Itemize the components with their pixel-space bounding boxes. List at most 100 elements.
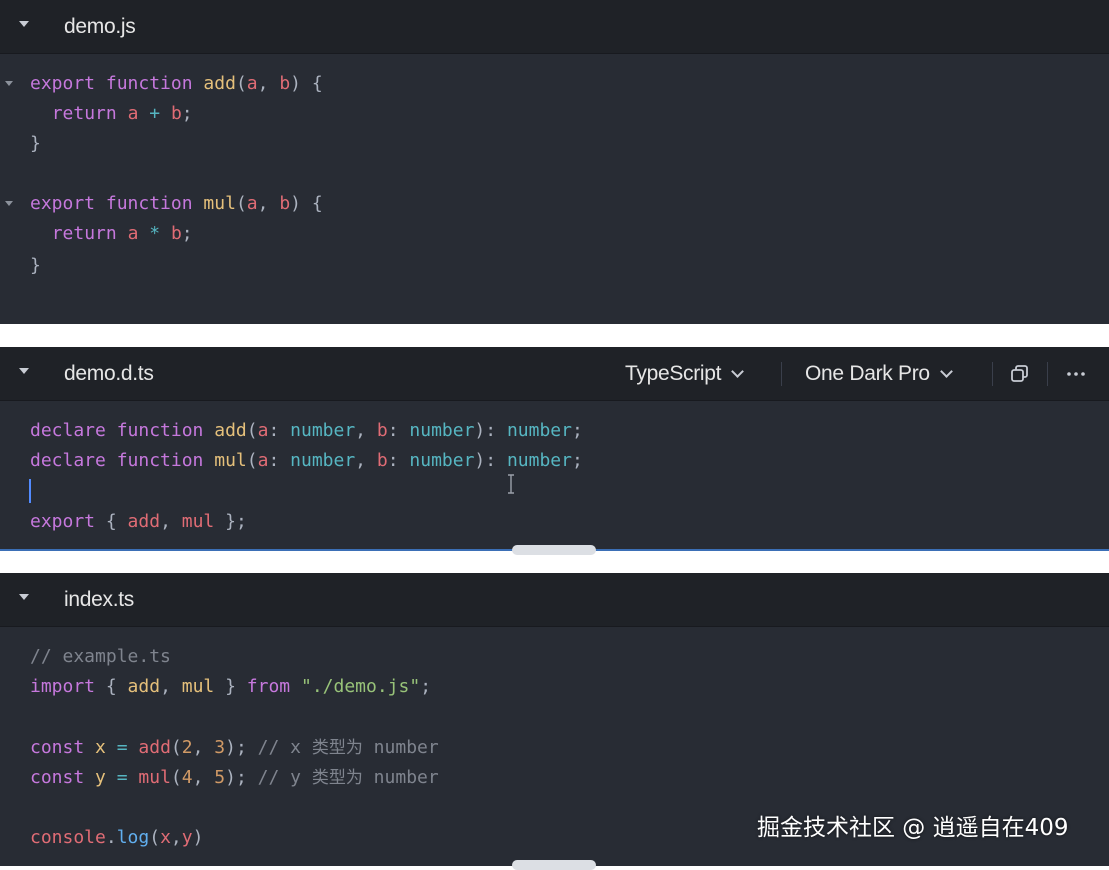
- copy-button[interactable]: [1006, 360, 1034, 388]
- resize-handle[interactable]: [512, 545, 596, 555]
- language-select[interactable]: TypeScript: [625, 347, 745, 401]
- code-token: ,: [355, 450, 377, 471]
- code-token: number: [409, 420, 475, 441]
- code-line: const y = mul(4, 5); // y 类型为 number: [30, 763, 439, 793]
- code-token: function: [105, 73, 193, 94]
- code-token: 5: [214, 767, 226, 788]
- code-token: return: [51, 223, 117, 244]
- code-token: );: [225, 767, 258, 788]
- code-token: ,: [160, 676, 182, 697]
- code-line: const x = add(2, 3); // x 类型为 number: [30, 733, 439, 763]
- code-token: (: [170, 737, 182, 758]
- code-line: import { add, mul } from "./demo.js";: [30, 672, 431, 702]
- code-token: y: [181, 827, 193, 848]
- code-token: // example.ts: [30, 646, 171, 667]
- code-token: mul: [214, 450, 247, 471]
- code-token: {: [95, 676, 128, 697]
- theme-select[interactable]: One Dark Pro: [805, 347, 953, 401]
- code-token: "./demo.js": [300, 676, 421, 697]
- code-token: number: [290, 450, 356, 471]
- code-token: number: [506, 420, 572, 441]
- code-token: ,: [160, 511, 182, 532]
- code-token: from: [246, 676, 291, 697]
- code-token: function: [116, 450, 204, 471]
- toolbar-divider: [781, 362, 782, 386]
- code-token: };: [214, 511, 247, 532]
- more-button[interactable]: [1062, 360, 1090, 388]
- code-token: }: [214, 676, 247, 697]
- code-token: }: [30, 133, 41, 154]
- code-token: import: [30, 676, 96, 697]
- file-name: index.ts: [64, 588, 134, 611]
- code-token: 3: [214, 737, 226, 758]
- code-token: (: [235, 73, 247, 94]
- code-token: b: [279, 73, 291, 94]
- panel-header: demo.js: [0, 0, 1109, 54]
- code-editor[interactable]: export function add(a, b) { return a + b…: [0, 54, 1109, 324]
- code-token: add: [203, 73, 236, 94]
- code-token: a: [127, 223, 139, 244]
- code-token: x: [95, 737, 106, 758]
- caret-down-icon[interactable]: [19, 368, 29, 374]
- code-editor[interactable]: declare function add(a: number, b: numbe…: [0, 401, 1109, 549]
- file-name: demo.js: [64, 15, 136, 38]
- code-token: .: [105, 827, 117, 848]
- theme-select-value: One Dark Pro: [805, 362, 930, 385]
- code-token: ):: [474, 450, 507, 471]
- code-line: }: [30, 251, 41, 281]
- code-token: add: [127, 511, 161, 532]
- code-line: declare function add(a: number, b: numbe…: [30, 416, 583, 446]
- code-panel-demo-js: demo.js export function add(a, b) { retu…: [0, 0, 1109, 324]
- code-token: number: [290, 420, 356, 441]
- code-token: 2: [181, 737, 193, 758]
- code-token: (: [149, 827, 161, 848]
- code-token: number: [409, 450, 475, 471]
- resize-handle[interactable]: [512, 860, 596, 870]
- fold-caret-icon[interactable]: [5, 81, 13, 86]
- code-token: export: [30, 73, 96, 94]
- fold-caret-icon[interactable]: [5, 201, 13, 206]
- code-line: return a * b;: [30, 219, 193, 249]
- code-token: mul: [138, 767, 171, 788]
- code-line: declare function mul(a: number, b: numbe…: [30, 446, 583, 476]
- code-token: b: [170, 223, 182, 244]
- caret-down-icon[interactable]: [19, 21, 29, 27]
- code-line: export { add, mul };: [30, 507, 247, 537]
- code-line: }: [30, 129, 41, 159]
- ibeam-cursor-icon: [508, 474, 514, 494]
- caret-down-icon[interactable]: [19, 594, 29, 600]
- code-token: declare: [30, 420, 106, 441]
- code-token: ,: [257, 193, 280, 214]
- code-token: return: [51, 103, 117, 124]
- code-token: ;: [571, 450, 583, 471]
- chevron-down-icon: [939, 365, 953, 378]
- code-token: :: [387, 450, 410, 471]
- code-line: // example.ts: [30, 642, 171, 672]
- code-token: a: [246, 73, 258, 94]
- text-cursor: [29, 479, 31, 503]
- code-token: 类型为: [311, 768, 363, 788]
- language-select-value: TypeScript: [625, 362, 722, 385]
- code-token: number: [362, 737, 439, 758]
- code-token: // x: [257, 737, 312, 758]
- code-token: add: [127, 676, 161, 697]
- code-token: :: [268, 420, 291, 441]
- code-line: return a + b;: [30, 99, 193, 129]
- code-token: y: [95, 767, 106, 788]
- code-token: declare: [30, 450, 106, 471]
